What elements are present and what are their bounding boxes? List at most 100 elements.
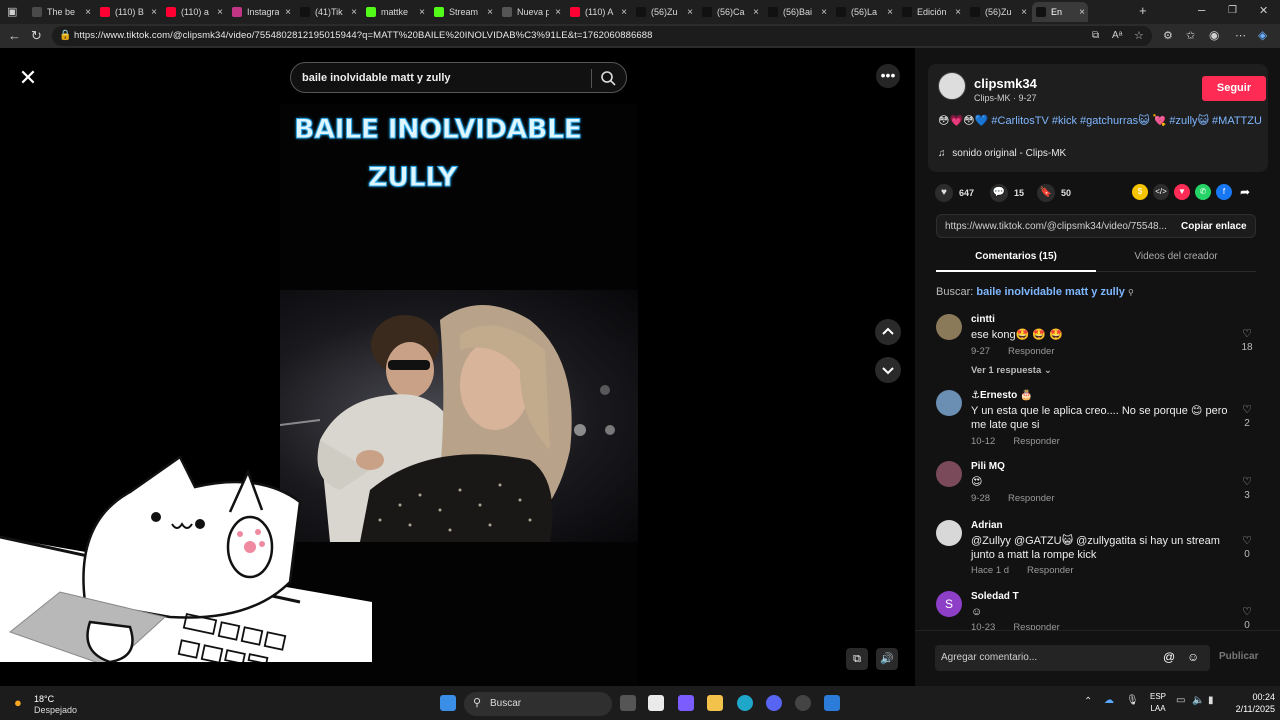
tab-close-icon[interactable]: × [214, 7, 226, 18]
search-suggestion-query[interactable]: baile inolvidable matt y zully [976, 286, 1125, 298]
comment-like-icon[interactable]: ♡ [1238, 403, 1256, 416]
tab-close-icon[interactable]: × [552, 7, 564, 18]
browser-tab[interactable]: (110) A × [566, 2, 630, 22]
browser-tab[interactable]: (110) a × [162, 2, 226, 22]
music-info[interactable]: ♫ sonido original - Clips-MK [938, 148, 1066, 159]
tab-comments[interactable]: Comentarios (15) [936, 251, 1096, 262]
more-options-button[interactable]: ••• [876, 64, 900, 88]
share-arrow-icon[interactable]: ➦ [1237, 184, 1253, 200]
tab-close-icon[interactable]: × [484, 7, 496, 18]
app-icon[interactable] [795, 695, 811, 711]
file-explorer-icon[interactable] [707, 695, 723, 711]
search-icon[interactable] [599, 69, 617, 87]
comment-like-icon[interactable]: ♡ [1238, 327, 1256, 340]
url-field[interactable]: 🔒 https://www.tiktok.com/@clipsmk34/vide… [52, 26, 1152, 46]
copy-link-button[interactable]: Copiar enlace [1181, 221, 1247, 232]
browser-tab[interactable]: (56)Zu × [966, 2, 1030, 22]
tab-close-icon[interactable]: × [282, 7, 294, 18]
browser-tab[interactable]: (56)La × [832, 2, 896, 22]
tab-close-icon[interactable]: × [618, 7, 630, 18]
taskbar-search[interactable]: ⚲ Buscar [464, 692, 612, 716]
tab-creator-videos[interactable]: Videos del creador [1096, 251, 1256, 262]
browser-tab[interactable]: Nueva p × [498, 2, 564, 22]
read-aloud-icon[interactable]: Aᵃ [1112, 29, 1122, 43]
tab-close-icon[interactable]: × [884, 7, 896, 18]
caption-hashtags[interactable]: #CarlitosTV #kick #gatchurras😺 💘 #zully😺… [991, 115, 1262, 127]
comment-like-icon[interactable]: ♡ [1238, 475, 1256, 488]
embed-icon[interactable]: </> [1153, 184, 1169, 200]
follow-button[interactable]: Seguir [1202, 76, 1266, 101]
comment-author[interactable]: Adrian [971, 520, 1003, 531]
comment-avatar[interactable] [936, 461, 962, 487]
tab-close-icon[interactable]: × [750, 7, 762, 18]
copilot-app-icon[interactable] [678, 695, 694, 711]
copilot-icon[interactable]: ◈ [1258, 28, 1267, 42]
system-clock[interactable]: 00:24 2/11/2025 [1225, 691, 1275, 715]
volume-button[interactable]: 🔊 [876, 648, 898, 670]
whatsapp-icon[interactable]: ✆ [1195, 184, 1211, 200]
comment-input[interactable]: Agregar comentario... @ ☺ [935, 645, 1210, 671]
task-view-icon[interactable] [620, 695, 636, 711]
tab-close-icon[interactable]: × [148, 7, 160, 18]
facebook-icon[interactable]: f [1216, 184, 1232, 200]
comment-avatar[interactable]: S [936, 591, 962, 617]
profile-icon[interactable]: ◉ [1209, 28, 1219, 42]
picture-in-picture-button[interactable]: ⧉ [846, 648, 868, 670]
browser-tab[interactable]: The be × [28, 2, 94, 22]
new-tab-icon[interactable]: + [1139, 4, 1147, 18]
tab-close-icon[interactable]: × [1018, 7, 1030, 18]
store-icon[interactable] [648, 695, 664, 711]
tab-close-icon[interactable]: × [952, 7, 964, 18]
save-button[interactable]: 🔖 50 [1037, 182, 1071, 204]
emoji-icon[interactable]: ☺ [1187, 650, 1199, 664]
battery-icon[interactable]: ▮ [1208, 695, 1214, 706]
reply-button[interactable]: Responder [1008, 493, 1054, 504]
browser-tab[interactable]: (56)Ca × [698, 2, 762, 22]
browser-tab[interactable]: Stream × [430, 2, 496, 22]
coin-icon[interactable]: $ [1132, 184, 1148, 200]
start-icon[interactable] [440, 695, 456, 711]
minimize-icon[interactable]: – [1198, 3, 1205, 17]
comment-author[interactable]: Soledad T [971, 591, 1019, 602]
weather-widget[interactable]: ● 18°C Despejado [14, 692, 94, 716]
search-input[interactable]: baile inolvidable matt y zully [302, 72, 451, 84]
browser-tab[interactable]: En × [1032, 2, 1088, 22]
browser-tab[interactable]: (56)Zu × [632, 2, 696, 22]
comment-like-icon[interactable]: ♡ [1238, 605, 1256, 618]
favorite-star-icon[interactable]: ☆ [1134, 29, 1144, 43]
browser-tab[interactable]: (110) B × [96, 2, 160, 22]
discord-icon[interactable] [766, 695, 782, 711]
video-search-box[interactable]: baile inolvidable matt y zully [290, 62, 627, 93]
tab-close-icon[interactable]: × [818, 7, 830, 18]
comment-avatar[interactable] [936, 314, 962, 340]
reply-button[interactable]: Responder [1013, 436, 1059, 447]
tab-close-icon[interactable]: × [348, 7, 360, 18]
like-button[interactable]: ♥ 647 [935, 182, 974, 204]
open-in-app-icon[interactable]: ⧉ [1092, 29, 1099, 43]
publish-button[interactable]: Publicar [1219, 651, 1258, 662]
browser-tab[interactable]: mattke × [362, 2, 428, 22]
close-viewer-button[interactable]: ✕ [14, 64, 42, 92]
browser-tab[interactable]: Instagra × [228, 2, 294, 22]
tab-close-icon[interactable]: × [1076, 7, 1088, 18]
comment-author[interactable]: Pili MQ [971, 461, 1005, 472]
volume-icon[interactable]: 🔈 [1192, 695, 1204, 706]
refresh-icon[interactable]: ↻ [31, 29, 42, 43]
edge-icon[interactable] [737, 695, 753, 711]
tab-close-icon[interactable]: × [82, 7, 94, 18]
window-menu-icon[interactable]: ▣ [7, 5, 17, 19]
comment-author[interactable]: cintti [971, 314, 995, 325]
browser-tab[interactable]: (56)Bai × [764, 2, 830, 22]
search-suggestion[interactable]: Buscar: baile inolvidable matt y zully ⚲ [936, 286, 1134, 298]
tab-close-icon[interactable]: × [416, 7, 428, 18]
network-icon[interactable]: ▭ [1176, 695, 1185, 706]
microphone-icon[interactable]: 🎙 [1126, 695, 1139, 706]
window-close-icon[interactable]: ✕ [1259, 4, 1268, 18]
comment-like-icon[interactable]: ♡ [1238, 534, 1256, 547]
comment-avatar[interactable] [936, 390, 962, 416]
browser-tab[interactable]: Edición × [898, 2, 964, 22]
view-replies-button[interactable]: Ver 1 respuesta ⌄ [971, 365, 1052, 376]
mention-icon[interactable]: @ [1163, 650, 1175, 664]
favorites-icon[interactable]: ✩ [1186, 29, 1195, 43]
back-icon[interactable]: ← [8, 29, 21, 43]
